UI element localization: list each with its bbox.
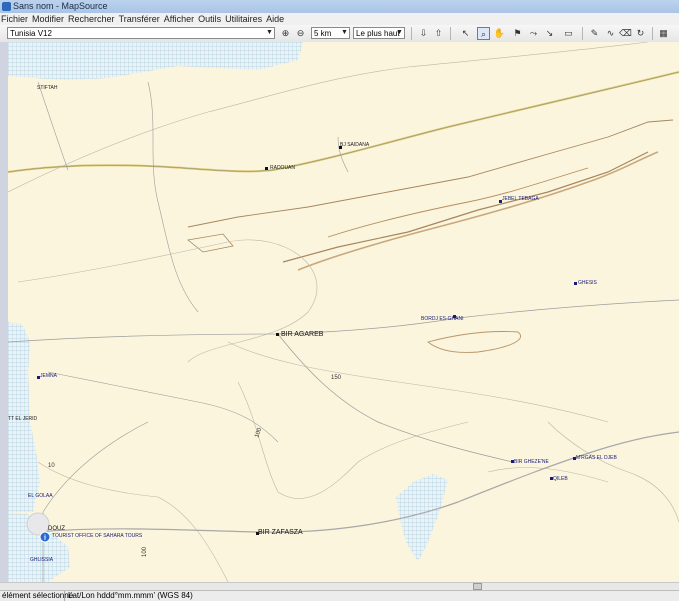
detail-level-select[interactable]: Le plus haut ▼: [353, 27, 405, 39]
map-label-tourist-office: TOURIST OFFICE OF SAHARA TOURS: [52, 533, 143, 539]
measure-tool-button[interactable]: ▭: [562, 27, 575, 40]
map-label-qileb: QILEB: [553, 476, 568, 482]
pan-tool-button[interactable]: ✋: [493, 27, 506, 40]
menu-aide[interactable]: Aide: [265, 13, 287, 25]
grid-tool-button[interactable]: ▦: [657, 27, 670, 40]
distance-tool-button[interactable]: ↘: [543, 27, 556, 40]
map-label-jemna: JEMNA: [40, 373, 58, 379]
window-title: Sans nom - MapSource: [13, 1, 108, 11]
info-icon-glyph: i: [44, 534, 46, 542]
toolbar-separator: [582, 27, 583, 40]
contour-label: 100: [142, 546, 148, 557]
receive-from-device-button[interactable]: ⇩: [417, 27, 430, 40]
contour-label: 150: [331, 375, 342, 381]
zoom-scale-select[interactable]: 5 km ▼: [311, 27, 350, 39]
chevron-down-icon: ▼: [396, 29, 403, 36]
track-tool-button[interactable]: ∿: [604, 27, 617, 40]
place-marker[interactable]: [574, 282, 577, 285]
track-icon: ∿: [606, 28, 615, 38]
toolbar: Tunisia V12 ▼ ⊕ ⊖ 5 km ▼ Le plus haut ▼ …: [0, 25, 679, 43]
hand-icon: ✋: [493, 28, 506, 38]
chevron-down-icon: ▼: [266, 29, 273, 36]
zoom-in-icon: ⊕: [281, 28, 290, 38]
waypoint-tool-button[interactable]: ⚑: [511, 27, 524, 40]
map-label-mragas-el-djeb: M'RGAS EL DJEB: [576, 455, 617, 461]
map-background: [8, 42, 679, 582]
map-label-el-jerid: TT EL JERID: [8, 416, 38, 422]
map-canvas[interactable]: i STIFTAH BJ SAIDANA RADOUAN JEBEL TEBAG…: [8, 42, 679, 582]
menu-fichier[interactable]: Fichier: [0, 13, 31, 25]
gps-send-icon: ⇧: [434, 28, 443, 38]
gps-receive-icon: ⇩: [419, 28, 428, 38]
zoom-out-button[interactable]: ⊖: [294, 27, 307, 40]
detail-level-value: Le plus haut: [356, 29, 400, 38]
place-marker[interactable]: [265, 167, 268, 170]
map-label-douz: DOUZ: [48, 526, 65, 532]
scrollbar-thumb[interactable]: [473, 583, 482, 590]
map-label-jebel-tebaga: JEBEL TEBAGA: [502, 196, 539, 202]
map-select-icon: ↖: [461, 28, 470, 38]
menu-afficher[interactable]: Afficher: [163, 13, 197, 25]
distance-icon: ↘: [545, 28, 554, 38]
route-tool-button[interactable]: ⤳: [527, 27, 540, 40]
map-label-bordj-es-ghani: BORDJ ES-GHANI: [421, 316, 464, 322]
chevron-down-icon: ▼: [341, 29, 348, 36]
zoom-in-button[interactable]: ⊕: [279, 27, 292, 40]
map-label-bj-saidana: BJ SAIDANA: [340, 142, 370, 148]
menu-outils[interactable]: Outils: [197, 13, 224, 25]
map-tool-button[interactable]: ↖: [459, 27, 472, 40]
toolbar-separator: [411, 27, 412, 40]
zoom-out-icon: ⊖: [296, 28, 305, 38]
menu-transferer[interactable]: Transférer: [118, 13, 163, 25]
ruler-icon: ▭: [564, 28, 573, 38]
toolbar-separator: [652, 27, 653, 40]
map-label-ghesis: GHESIS: [578, 280, 598, 286]
toolbar-separator: [450, 27, 451, 40]
zoom-scale-value: 5 km: [314, 29, 332, 38]
app-icon: [2, 2, 11, 11]
eraser-icon: ⌫: [619, 28, 632, 38]
menu-utilitaires[interactable]: Utilitaires: [224, 13, 265, 25]
zoom-tool-button[interactable]: ⌕: [477, 27, 490, 40]
route-icon: ⤳: [529, 28, 538, 38]
map-label-bir-agareb: BIR AGAREB: [281, 331, 324, 338]
refresh-tool-button[interactable]: ↻: [634, 27, 647, 40]
send-to-device-button[interactable]: ⇧: [432, 27, 445, 40]
title-bar: Sans nom - MapSource: [0, 0, 679, 13]
grid-label: 10: [48, 463, 55, 469]
map-product-tool-button[interactable]: ✎: [588, 27, 601, 40]
place-marker[interactable]: [276, 333, 279, 336]
map-label-stiftah: STIFTAH: [37, 85, 58, 91]
erase-tool-button[interactable]: ⌫: [619, 27, 632, 40]
menu-bar: Fichier Modifier Rechercher Transférer Affic…: [0, 13, 679, 25]
map-label-bir-zafasza: BIR ZAFASZA: [258, 529, 303, 536]
map-view[interactable]: i STIFTAH BJ SAIDANA RADOUAN JEBEL TEBAG…: [0, 42, 679, 582]
map-label-radouan: RADOUAN: [270, 165, 295, 171]
menu-modifier[interactable]: Modifier: [31, 13, 67, 25]
status-bar: élément sélectionné Lat/Lon hddd°mm.mmm'…: [0, 590, 679, 601]
magnifier-icon: ⌕: [480, 29, 487, 39]
menu-rechercher[interactable]: Rechercher: [67, 13, 118, 25]
map-product-value: Tunisia V12: [10, 29, 52, 38]
map-product-select[interactable]: Tunisia V12 ▼: [7, 27, 275, 39]
map-label-el-golaa: EL GOLAA: [28, 493, 53, 499]
map-label-ghlissia: GHLISSIA: [30, 557, 54, 563]
product-select-icon: ✎: [590, 28, 599, 38]
flag-icon: ⚑: [513, 28, 522, 38]
map-label-bir-ghezene: BIR GHEZE'NE: [514, 459, 550, 465]
grid-icon: ▦: [659, 28, 668, 38]
refresh-icon: ↻: [636, 28, 645, 38]
